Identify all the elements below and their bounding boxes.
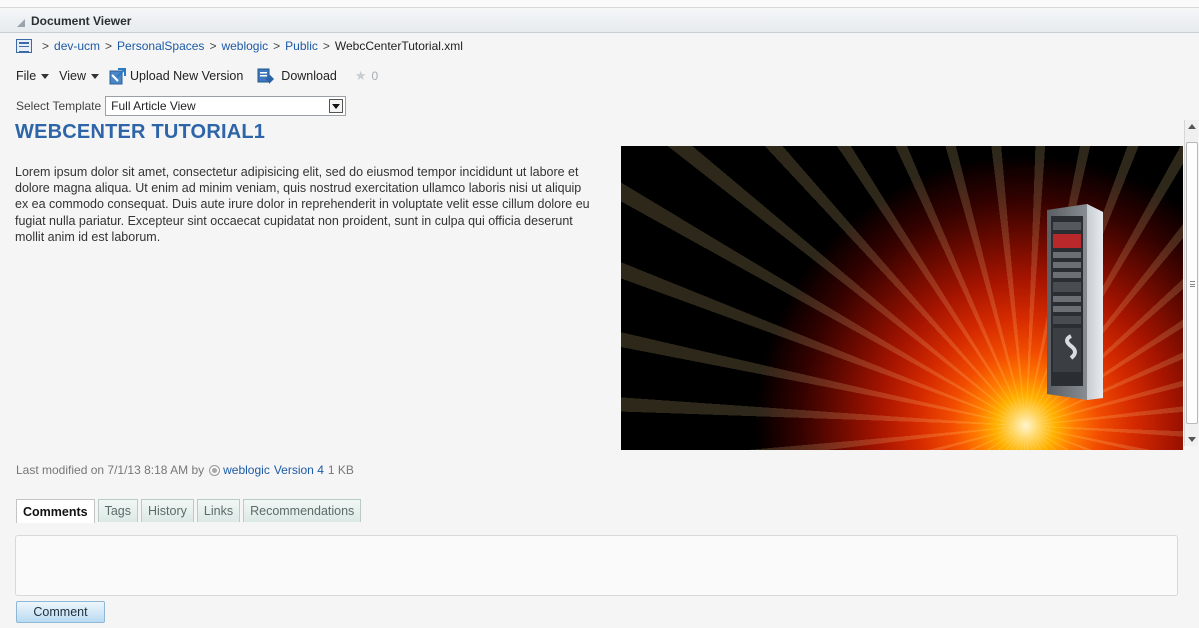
breadcrumb-current-file: WebcCenterTutorial.xml <box>334 39 463 53</box>
file-menu[interactable]: File <box>16 69 50 83</box>
tab-recommendations[interactable]: Recommendations <box>243 499 362 522</box>
breadcrumb-separator: > <box>322 39 330 53</box>
upload-new-version-button[interactable]: Upload New Version <box>109 67 244 85</box>
article-body: Lorem ipsum dolor sit amet, consectetur … <box>15 165 590 244</box>
breadcrumb-item-public[interactable]: Public <box>285 39 318 53</box>
template-select[interactable]: Full Article View <box>105 96 347 116</box>
vertical-scrollbar[interactable] <box>1184 120 1198 446</box>
document-metadata: Last modified on 7/1/13 8:18 AM by weblo… <box>16 463 354 477</box>
tab-history[interactable]: History <box>141 499 194 522</box>
download-button[interactable]: Download <box>257 68 337 84</box>
breadcrumb-separator: > <box>42 39 50 53</box>
article-hero-image <box>621 146 1183 450</box>
tab-tags[interactable]: Tags <box>97 499 138 522</box>
file-menu-label: File <box>16 69 37 83</box>
collapse-triangle-icon[interactable] <box>17 18 25 27</box>
dropdown-arrow-icon[interactable] <box>329 99 344 113</box>
breadcrumb-separator: > <box>273 39 281 53</box>
breadcrumb-separator: > <box>105 39 113 53</box>
chevron-down-icon <box>91 73 100 79</box>
panel-title: Document Viewer <box>31 13 132 28</box>
file-size: 1 KB <box>327 463 354 477</box>
comment-input[interactable] <box>15 535 1178 596</box>
breadcrumb: > dev-ucm > PersonalSpaces > weblogic > … <box>16 37 463 55</box>
last-modified-text: Last modified on 7/1/13 8:18 AM by <box>16 463 205 477</box>
view-menu-label: View <box>59 69 87 83</box>
modified-by-user-link[interactable]: weblogic <box>223 463 270 477</box>
upload-icon <box>109 67 127 84</box>
chevron-down-icon <box>41 73 50 79</box>
top-border <box>0 0 1199 8</box>
upload-new-version-label: Upload New Version <box>130 69 244 83</box>
breadcrumb-item-dev-ucm[interactable]: dev-ucm <box>54 39 100 53</box>
panel-header[interactable]: Document Viewer <box>0 9 1199 33</box>
template-label: Select Template <box>16 99 102 113</box>
folder-view-icon[interactable] <box>16 39 32 53</box>
version-link[interactable]: Version 4 <box>274 463 324 477</box>
download-label: Download <box>281 69 337 83</box>
template-selected-value: Full Article View <box>111 99 196 113</box>
template-selector-row: Select Template Full Article View <box>16 96 347 116</box>
breadcrumb-item-personalspaces[interactable]: PersonalSpaces <box>117 39 204 53</box>
server-rack-illustration <box>1047 204 1103 400</box>
tab-comments[interactable]: Comments <box>16 499 95 523</box>
tab-links[interactable]: Links <box>196 499 241 522</box>
comment-button[interactable]: Comment <box>16 601 105 623</box>
user-presence-icon <box>209 464 221 476</box>
download-icon <box>257 68 275 84</box>
scrollbar-grip-icon <box>1190 281 1195 287</box>
document-tabs: Comments Tags History Links Recommendati… <box>16 499 364 523</box>
rating-count: 0 <box>371 69 379 83</box>
breadcrumb-separator: > <box>209 39 217 53</box>
article-title: WEBCENTER TUTORIAL1 <box>15 121 266 143</box>
breadcrumb-item-weblogic[interactable]: weblogic <box>221 39 268 53</box>
scroll-down-arrow-icon[interactable] <box>1188 437 1196 442</box>
star-icon[interactable]: ★ <box>355 68 367 84</box>
document-toolbar: File View Upload New Version Download ★ … <box>16 66 378 86</box>
scroll-up-arrow-icon[interactable] <box>1188 124 1196 129</box>
view-menu[interactable]: View <box>59 69 100 83</box>
scrollbar-thumb[interactable] <box>1186 142 1198 424</box>
